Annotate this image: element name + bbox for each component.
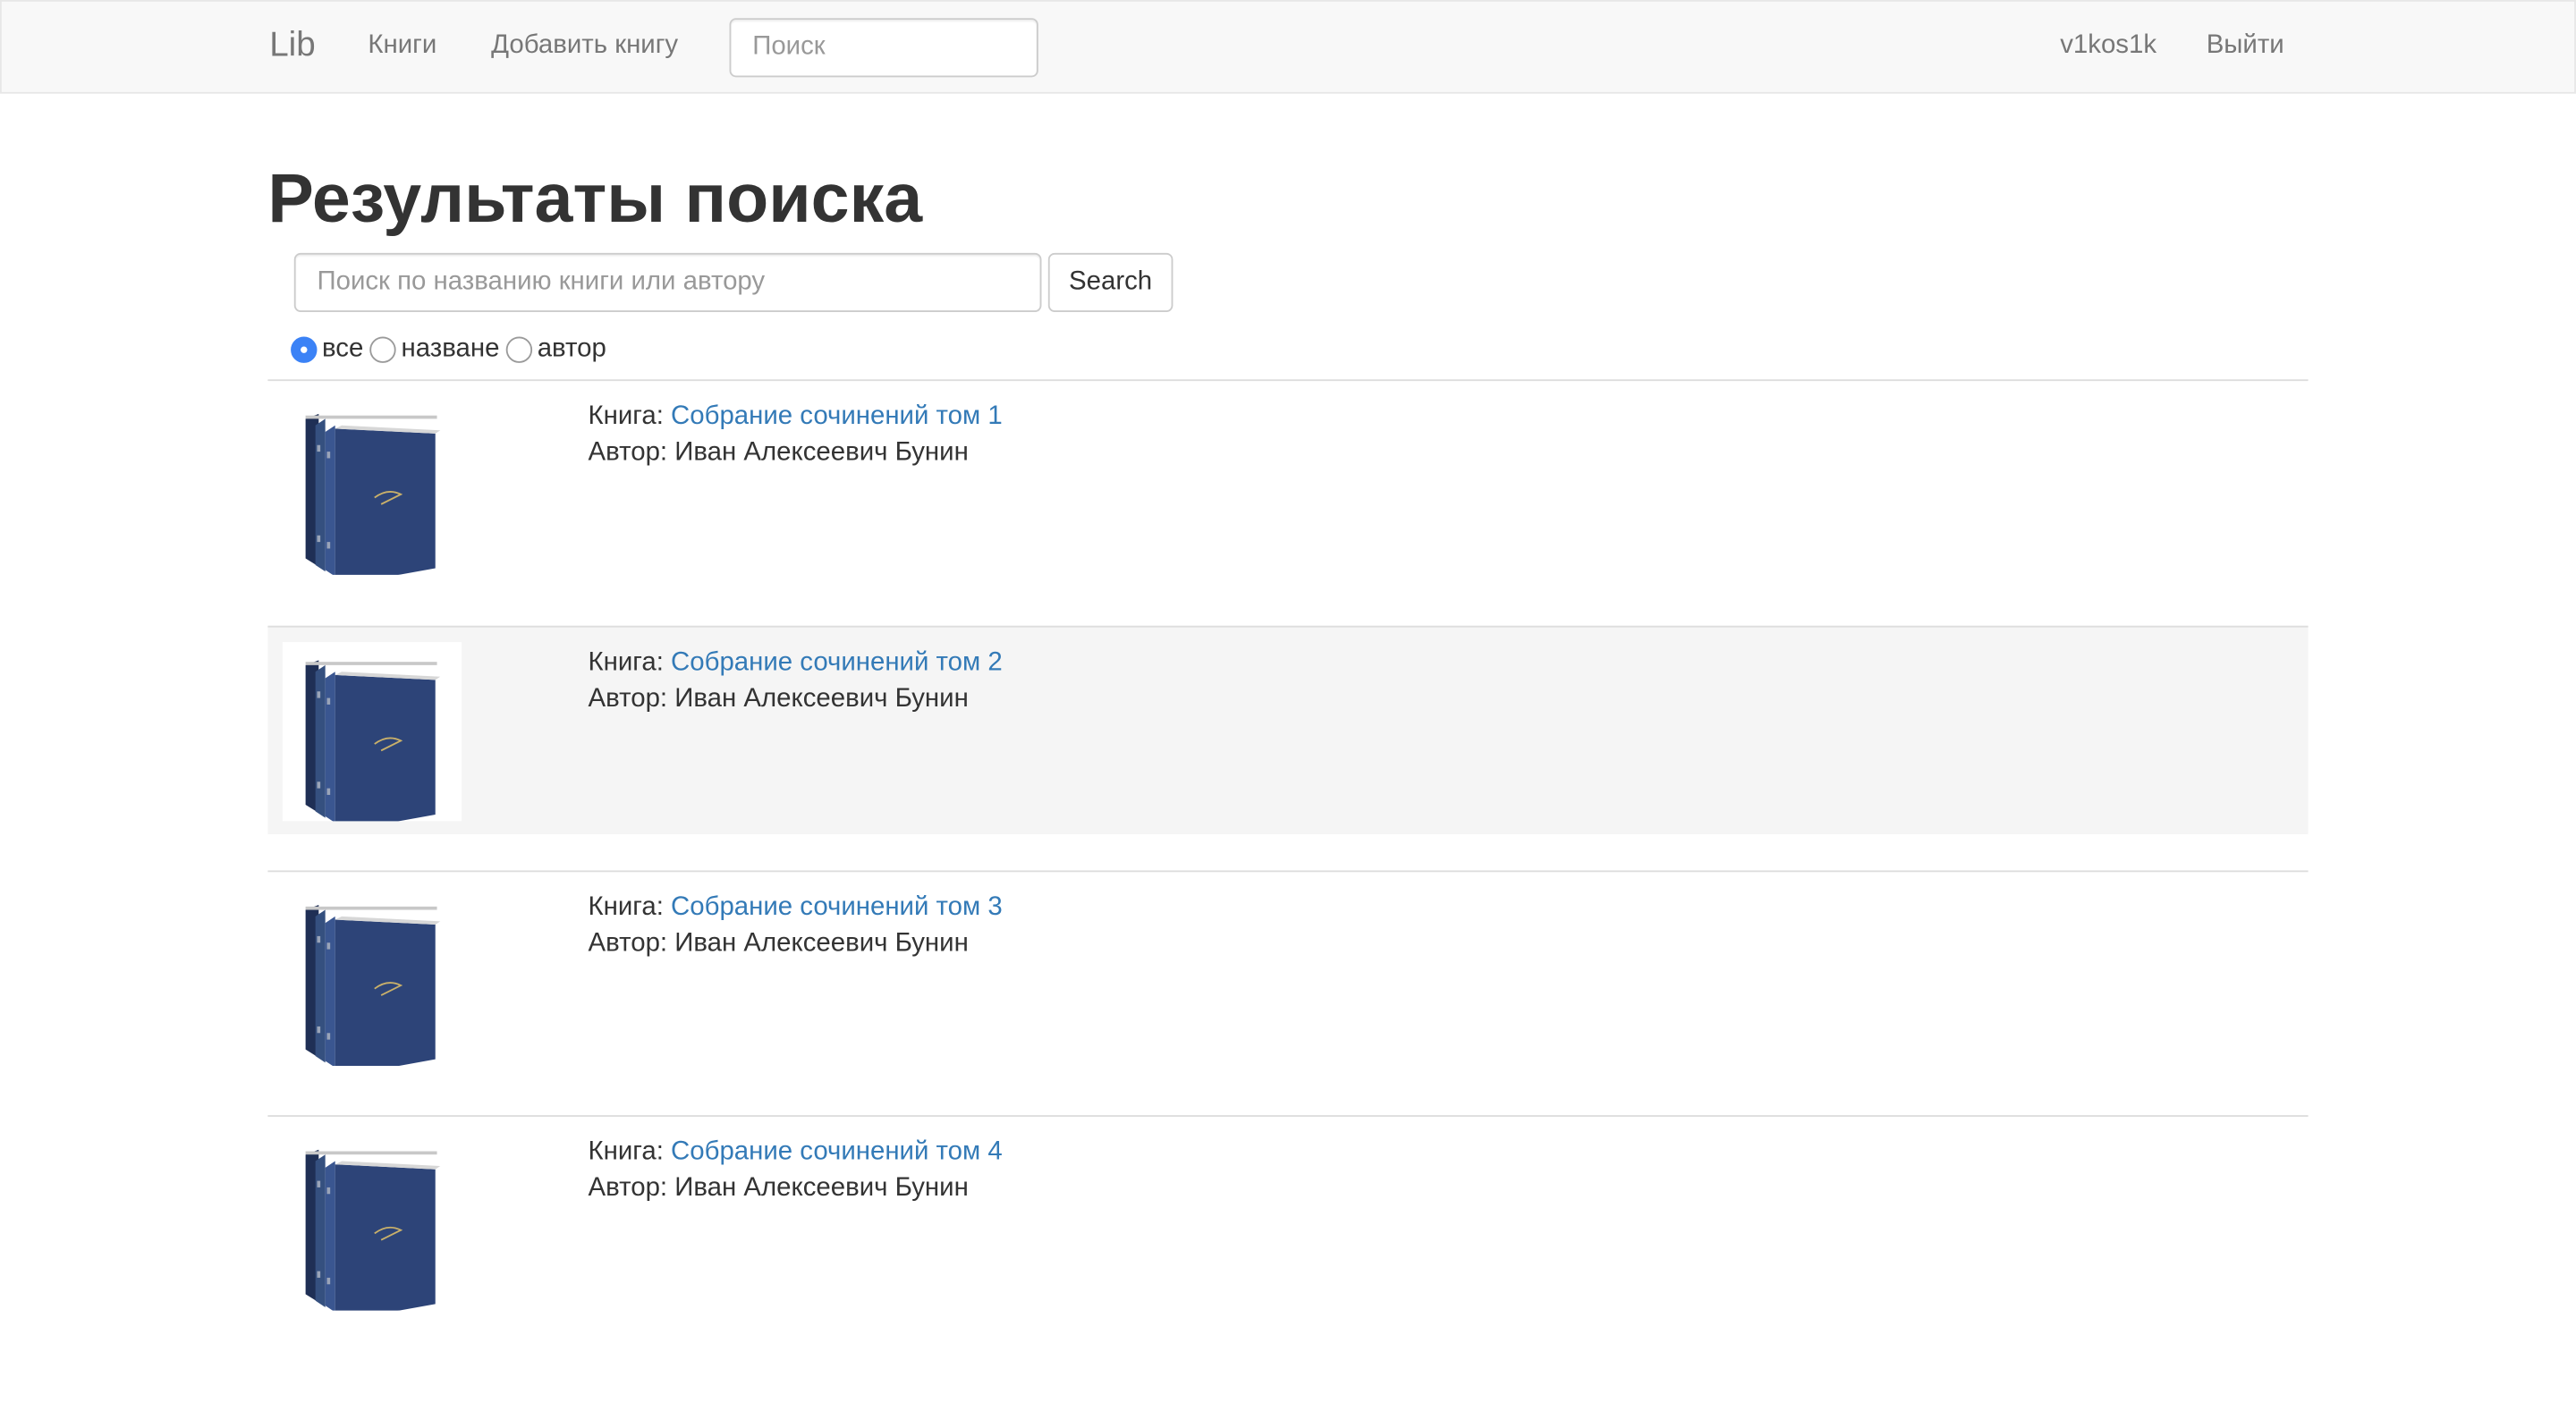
radio-title-label: назване <box>401 334 500 363</box>
author-label: Автор: <box>588 438 668 467</box>
brand-link[interactable]: Lib <box>269 26 315 65</box>
book-label: Книга: <box>588 648 664 677</box>
book-search-input[interactable] <box>293 252 1042 312</box>
nav-link-add-book[interactable]: Добавить книгу <box>491 31 678 61</box>
nav-link-books[interactable]: Книги <box>368 31 436 61</box>
list-item: Книга: Собрание сочинений том 1 Автор: И… <box>267 379 2309 626</box>
book-cover-image[interactable] <box>283 396 462 587</box>
radio-author[interactable] <box>505 336 533 363</box>
book-label: Книга: <box>588 893 664 922</box>
book-info: Книга: Собрание сочинений том 4 Автор: И… <box>589 1135 1003 1207</box>
book-title-link[interactable]: Собрание сочинений том 4 <box>671 1138 1003 1166</box>
radio-author-label: автор <box>537 334 606 363</box>
radio-all-label: все <box>321 334 364 363</box>
book-info: Книга: Собрание сочинений том 1 Автор: И… <box>589 399 1003 471</box>
list-item: Книга: Собрание сочинений том 2 Автор: И… <box>267 625 2309 835</box>
book-info: Книга: Собрание сочинений том 2 Автор: И… <box>589 646 1003 718</box>
navbar: Lib Книги Добавить книгу v1kos1k Выйти <box>0 0 2576 94</box>
author-label: Автор: <box>588 929 668 958</box>
book-cover-icon <box>305 905 441 1077</box>
radio-title[interactable] <box>369 336 397 363</box>
author-name: Иван Алексеевич Бунин <box>674 1174 969 1203</box>
logout-link[interactable]: Выйти <box>2207 31 2284 61</box>
book-label: Книга: <box>588 1137 664 1167</box>
book-cover-image[interactable] <box>282 642 462 833</box>
list-item: Книга: Собрание сочинений том 4 Автор: И… <box>267 1115 2309 1362</box>
search-button[interactable]: Search <box>1047 252 1174 312</box>
book-info: Книга: Собрание сочинений том 3 Автор: И… <box>589 890 1003 962</box>
author-name: Иван Алексеевич Бунин <box>674 929 969 958</box>
radio-all[interactable] <box>291 336 318 363</box>
author-label: Автор: <box>588 684 668 714</box>
book-title-link[interactable]: Собрание сочинений том 1 <box>671 402 1003 430</box>
list-item: Книга: Собрание сочинений том 3 Автор: И… <box>267 870 2309 1115</box>
author-label: Автор: <box>588 1174 668 1203</box>
navbar-search-input[interactable] <box>729 18 1038 78</box>
author-name: Иван Алексеевич Бунин <box>674 684 969 714</box>
author-name: Иван Алексеевич Бунин <box>674 438 969 467</box>
book-cover-icon <box>305 413 441 587</box>
nav-user-link[interactable]: v1kos1k <box>2060 31 2157 61</box>
page: Lib Книги Добавить книгу v1kos1k Выйти Р… <box>0 0 2576 1411</box>
search-filter-group: все назване автор <box>291 334 613 367</box>
book-cover-icon <box>305 660 441 833</box>
book-title-link[interactable]: Собрание сочинений том 2 <box>671 648 1003 676</box>
book-title-link[interactable]: Собрание сочинений том 3 <box>671 893 1003 921</box>
book-cover-icon <box>305 1149 441 1322</box>
book-cover-image[interactable] <box>283 887 462 1077</box>
page-title: Результаты поиска <box>267 159 923 237</box>
book-cover-image[interactable] <box>283 1131 462 1322</box>
book-label: Книга: <box>588 401 664 431</box>
